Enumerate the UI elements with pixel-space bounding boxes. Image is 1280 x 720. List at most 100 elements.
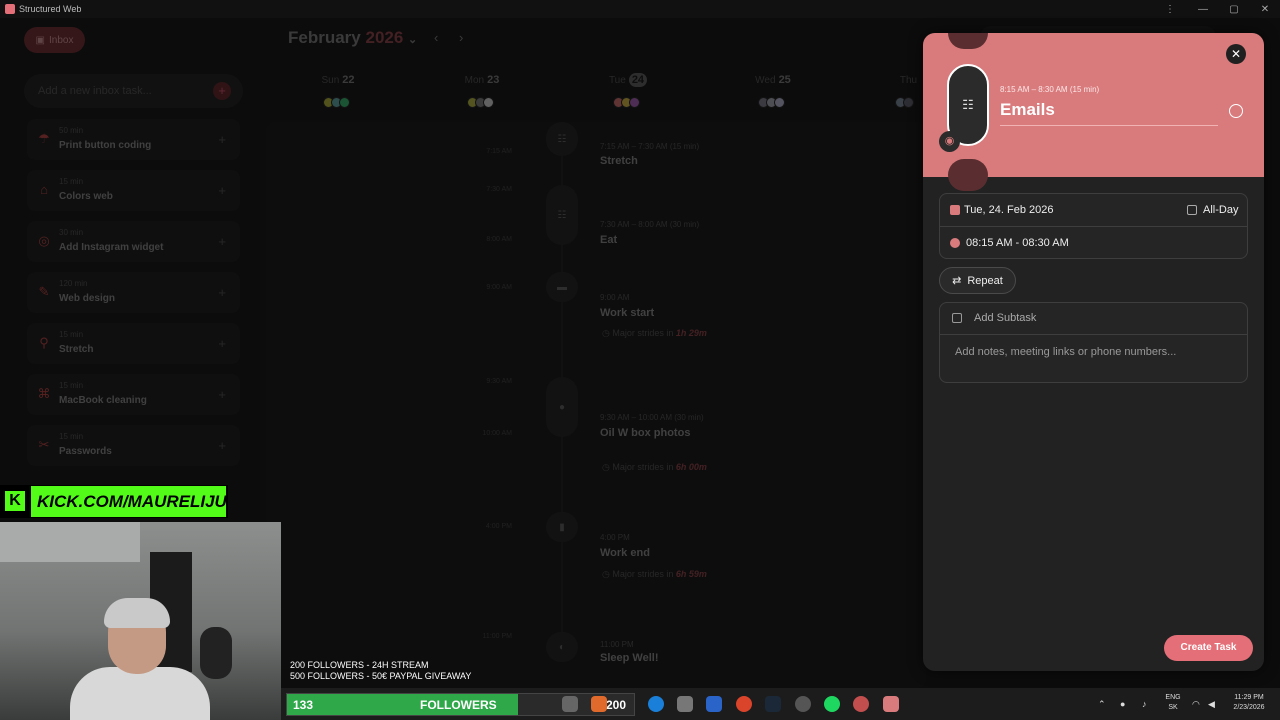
task-dot: [339, 97, 350, 108]
tray-chevron-icon[interactable]: ⌃: [1098, 699, 1106, 710]
steam-icon[interactable]: [765, 696, 781, 712]
inbox-item[interactable]: ✂ 15 min Passwords +: [27, 425, 240, 466]
inbox-item[interactable]: ☂ 50 min Print button coding +: [27, 119, 240, 160]
clock-icon: ◷: [602, 569, 613, 579]
timeline-event-time: 7:30 AM – 8:00 AM (30 min): [600, 220, 700, 229]
add-to-day-button[interactable]: +: [218, 132, 226, 147]
all-day-checkbox[interactable]: [1187, 205, 1197, 215]
chrome-icon[interactable]: [736, 696, 752, 712]
timeline-event-name[interactable]: Eat: [600, 234, 617, 246]
timeline-event-pill[interactable]: ☷: [546, 122, 578, 156]
date-field[interactable]: Tue, 24. Feb 2026: [964, 204, 1054, 216]
timeline-event-name[interactable]: Sleep Well!: [600, 652, 658, 664]
task-dot: [903, 97, 914, 108]
minimize-button[interactable]: —: [1188, 0, 1218, 18]
volume-icon[interactable]: ◀: [1208, 699, 1215, 710]
language-indicator[interactable]: ENG SK: [1160, 694, 1186, 711]
add-to-day-button[interactable]: +: [218, 234, 226, 249]
inbox-item[interactable]: ⌂ 15 min Colors web +: [27, 170, 240, 211]
followers-label: FOLLOWERS: [420, 698, 497, 712]
chrome-profile-icon[interactable]: [853, 696, 869, 712]
timeline-event-name[interactable]: Oil W box photos: [600, 427, 690, 439]
task-icon: ⌘: [37, 386, 51, 401]
complete-toggle[interactable]: [1229, 104, 1243, 118]
timeline-event-name[interactable]: Work start: [600, 307, 654, 319]
add-subtask-input[interactable]: Add Subtask: [974, 312, 1036, 324]
repeat-icon: ⇄: [952, 275, 962, 287]
webcam-wall: [0, 522, 140, 562]
day-header[interactable]: Sun 22: [308, 74, 368, 86]
timeline-hour-label: 9:30 AM: [486, 378, 512, 385]
window-close-button[interactable]: ✕: [1250, 0, 1280, 18]
month-title[interactable]: February 2026 ⌄: [288, 28, 417, 48]
menu-icon[interactable]: ⋮: [1155, 0, 1185, 18]
edge-icon[interactable]: [648, 696, 664, 712]
close-panel-button[interactable]: ✕: [1226, 44, 1246, 64]
day-header[interactable]: Tue 24: [598, 73, 658, 87]
spotify-icon[interactable]: [824, 696, 840, 712]
lang-code: ENG: [1165, 694, 1181, 701]
inbox-button[interactable]: ▣ Inbox: [24, 27, 85, 53]
add-to-day-button[interactable]: +: [218, 438, 226, 453]
maximize-button[interactable]: ▢: [1219, 0, 1249, 18]
timeline-event-name[interactable]: Work end: [600, 547, 650, 559]
duration-text: (15 min): [1069, 85, 1100, 94]
task-title-input[interactable]: Emails: [1000, 100, 1055, 120]
inbox-item[interactable]: ✎ 120 min Web design +: [27, 272, 240, 313]
store-icon[interactable]: [677, 696, 693, 712]
subtask-checkbox[interactable]: [952, 313, 962, 323]
prev-week-button[interactable]: ‹: [434, 30, 438, 45]
timeline-event-pill[interactable]: ☷: [546, 185, 578, 245]
add-to-day-button[interactable]: +: [218, 285, 226, 300]
strides-value: 6h 59m: [675, 569, 707, 579]
file-explorer-icon[interactable]: [562, 696, 578, 712]
day-number: 23: [487, 74, 500, 86]
add-to-day-button[interactable]: +: [218, 387, 226, 402]
add-inbox-task-button[interactable]: +: [213, 82, 231, 100]
task-dot: [774, 97, 785, 108]
timeline-event-time: 4:00 PM: [600, 533, 630, 542]
day-header[interactable]: Mon 23: [452, 74, 512, 86]
next-week-button[interactable]: ›: [459, 30, 463, 45]
inbox-item-duration: 120 min: [59, 279, 88, 288]
copilot-icon[interactable]: [591, 696, 607, 712]
day-of-week: Tue: [608, 75, 626, 86]
notes-input[interactable]: Add notes, meeting links or phone number…: [955, 346, 1176, 358]
wifi-icon[interactable]: ◠: [1192, 699, 1200, 710]
timeline-event-name[interactable]: Stretch: [600, 155, 638, 167]
followers-bar: 133 FOLLOWERS 200: [286, 693, 635, 716]
inbox-item[interactable]: ⌘ 15 min MacBook cleaning +: [27, 374, 240, 415]
timeline-event-pill[interactable]: ●: [546, 377, 578, 437]
tray-app-icon[interactable]: ●: [1120, 699, 1125, 709]
day-number: 25: [778, 74, 791, 86]
strides-note: ◷ Major strides in 6h 00m: [602, 462, 707, 473]
timeline-event-pill[interactable]: ◐: [546, 632, 578, 662]
time-field[interactable]: 08:15 AM - 08:30 AM: [966, 237, 1069, 249]
clock[interactable]: 11:29 PM 2/23/2026: [1226, 694, 1272, 711]
structured-app-icon[interactable]: [883, 696, 899, 712]
inbox-item-name: Stretch: [59, 344, 94, 355]
obs-icon[interactable]: [795, 696, 811, 712]
goal-line-1: 200 FOLLOWERS - 24H STREAM: [290, 660, 429, 670]
day-header[interactable]: Wed 25: [743, 74, 803, 86]
title-underline: [1000, 125, 1218, 126]
create-task-button[interactable]: Create Task: [1164, 635, 1253, 661]
day-number: 22: [342, 74, 355, 86]
timeline-event-pill[interactable]: ▬: [546, 272, 578, 302]
add-to-day-button[interactable]: +: [218, 183, 226, 198]
mail-icon[interactable]: [706, 696, 722, 712]
strides-text: Major strides in: [612, 462, 674, 472]
inbox-item[interactable]: ⚲ 15 min Stretch +: [27, 323, 240, 364]
inbox-item[interactable]: ◎ 30 min Add Instagram widget +: [27, 221, 240, 262]
microphone-icon[interactable]: ♪: [1142, 699, 1147, 709]
checklist-icon: ☷: [962, 97, 974, 112]
palette-icon[interactable]: ◉: [939, 131, 960, 152]
task-time-range: 8:15 AM – 8:30 AM (15 min): [1000, 85, 1099, 94]
timeline-event-pill[interactable]: ▮: [546, 512, 578, 542]
new-inbox-task-input[interactable]: Add a new inbox task... +: [24, 74, 243, 108]
task-icon: ✎: [38, 284, 50, 299]
timeline-hour-label: 7:30 AM: [486, 186, 512, 193]
add-to-day-button[interactable]: +: [218, 336, 226, 351]
repeat-button[interactable]: ⇄ Repeat: [939, 267, 1016, 294]
divider: [940, 334, 1247, 335]
